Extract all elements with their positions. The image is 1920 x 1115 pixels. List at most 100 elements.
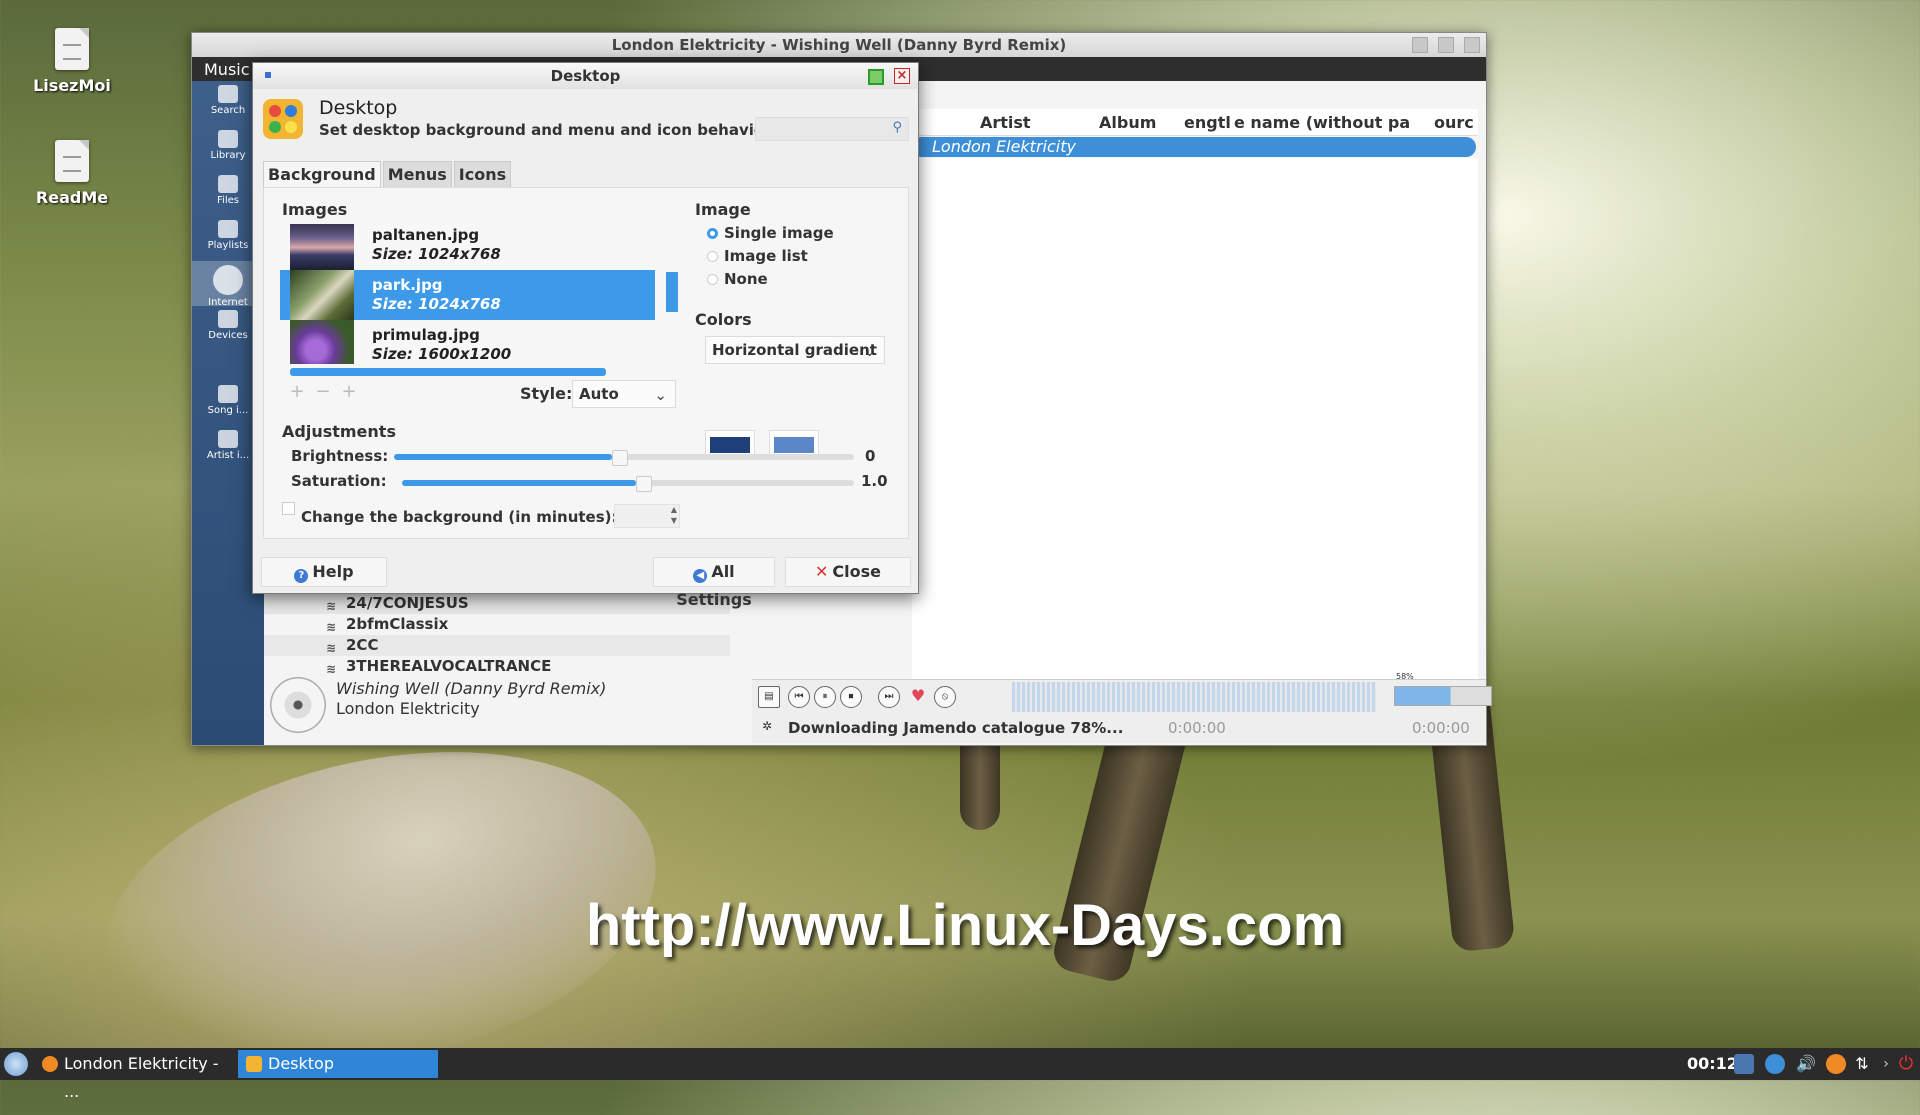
column-album[interactable]: Album [1099,113,1156,132]
station-name: 2bfmClassix [346,615,449,633]
spectrum-analyzer[interactable] [1012,682,1376,712]
dialog-titlebar[interactable]: Desktop × [253,63,918,89]
brightness-slider[interactable] [394,450,854,466]
list-item[interactable]: ≋ 2bfmClassix [264,614,730,635]
radio-indicator [707,274,718,285]
color2-swatch [774,437,814,453]
desktop-icon-readme[interactable]: ReadMe [27,140,117,207]
scrollbar-thumb[interactable] [666,272,678,312]
help-button[interactable]: ? Help [261,557,387,587]
sidebar-item-label: Internet [208,297,248,308]
list-item[interactable]: ≋ 24/7CONJESUS [264,593,730,614]
menu-music[interactable]: Music [204,60,250,79]
close-dialog-button[interactable]: ✕ Close [785,557,911,587]
add-image-button[interactable]: + [286,382,308,404]
style-label: Style: [520,384,573,403]
volume-tray-icon[interactable]: 🔊 [1796,1054,1816,1074]
stop-button[interactable]: ⏹ [840,686,862,708]
slider-handle[interactable] [612,450,628,466]
spin-up-icon[interactable]: ▲ [671,505,677,514]
change-background-minutes-spinbox[interactable]: ▲ ▼ [614,504,680,528]
power-icon[interactable]: ⏻ [1896,1054,1916,1074]
window-titlebar[interactable]: London Elektricity - Wishing Well (Danny… [192,33,1486,57]
column-filename[interactable]: e name (without pa [1234,113,1410,132]
column-length[interactable]: engtl [1184,113,1231,132]
taskbar: London Elektricity - ... Desktop 00:12 🔊… [0,1048,1920,1101]
status-text: Downloading Jamendo catalogue 78%... [788,719,1124,737]
column-artist[interactable]: Artist [980,113,1031,132]
sidebar-item-label: Artist i... [206,450,250,461]
pause-button[interactable]: ⏸ [814,686,836,708]
list-item[interactable]: ≋ 2CC [264,635,730,656]
image-thumbnail [290,320,354,364]
image-size: Size: 1024x768 [372,295,501,313]
playlist-row-artist: London Elektricity [932,137,1076,156]
back-arrow-icon: ◀ [693,569,708,583]
start-menu-icon[interactable] [4,1052,28,1076]
task-music-player[interactable]: London Elektricity - ... [34,1050,234,1101]
radio-image-list[interactable]: Image list [707,247,808,265]
image-name: park.jpg [372,276,443,294]
chevron-right-icon[interactable]: › [1876,1054,1896,1074]
image-list-horizontal-scrollbar[interactable] [280,366,678,376]
sidebar-item-label: Playlists [207,240,249,251]
volume-slider[interactable] [1394,686,1492,706]
devices-icon [218,310,238,328]
clock[interactable]: 00:12 [1687,1054,1738,1073]
minimize-button[interactable] [1412,37,1428,53]
radio-none[interactable]: None [707,270,768,288]
slider-fill [402,480,636,486]
image-name: paltanen.jpg [372,226,480,244]
maximize-button[interactable] [868,69,884,85]
previous-button[interactable]: ⏮ [788,686,810,708]
now-playing-artist: London Elektricity [336,699,480,718]
image-list-vertical-scrollbar[interactable] [666,224,678,360]
tab-background[interactable]: Background [263,161,381,188]
style-select[interactable]: Auto ⌄ [572,380,676,408]
next-button[interactable]: ⏭ [878,686,900,708]
window-menu-icon[interactable] [265,72,271,78]
saturation-slider[interactable] [402,476,854,492]
radio-single-image[interactable]: Single image [707,224,834,242]
close-button[interactable]: × [894,68,910,84]
dialog-heading: Desktop [319,97,398,119]
list-item[interactable]: primulag.jpg Size: 1600x1200 [280,320,655,364]
column-source[interactable]: ourc [1434,113,1474,132]
settings-search-input[interactable]: ⚲ [755,117,909,141]
tab-icons[interactable]: Icons [453,161,512,188]
close-icon: ✕ [815,562,829,581]
close-button[interactable] [1464,37,1480,53]
remove-image-button[interactable]: − [312,382,334,404]
slider-handle[interactable] [636,476,652,492]
task-desktop[interactable]: Desktop [238,1050,438,1078]
scrollbar-thumb[interactable] [290,368,606,376]
tab-menus[interactable]: Menus [382,161,452,188]
network-tray-icon[interactable] [1734,1054,1754,1074]
list-item[interactable]: paltanen.jpg Size: 1024x768 [280,224,655,270]
ban-icon[interactable]: ⦸ [934,686,956,708]
list-item[interactable]: park.jpg Size: 1024x768 [280,270,655,320]
playlist-row-current[interactable]: London Elektricity [912,137,1476,157]
add-folder-button[interactable]: + [338,382,360,404]
all-settings-button[interactable]: ◀ All Settings [653,557,775,609]
accessibility-tray-icon[interactable] [1765,1054,1785,1074]
maximize-button[interactable] [1438,37,1454,53]
playlist-area[interactable] [912,158,1478,688]
search-icon: ⚲ [892,120,902,135]
image-size: Size: 1600x1200 [372,345,512,363]
radio-label: Image list [724,247,808,265]
desktop-settings-icon [263,99,303,139]
love-heart-icon[interactable]: ♥ [908,686,928,706]
desktop-settings-icon [246,1056,262,1072]
show-tray-icon[interactable]: ▤ [758,686,780,708]
image-list[interactable]: paltanen.jpg Size: 1024x768 park.jpg Siz… [280,224,665,364]
station-name: 2CC [346,636,379,654]
colors-mode-select[interactable]: Horizontal gradient ⌄ [705,336,885,364]
spin-down-icon[interactable]: ▼ [671,516,677,525]
image-name: primulag.jpg [372,326,480,344]
network-updown-icon[interactable]: ⇅ [1852,1054,1872,1074]
help-button-label: Help [312,562,354,581]
desktop-icon-lisezmoi[interactable]: LisezMoi [27,28,117,95]
change-background-checkbox[interactable] [282,502,295,515]
clementine-tray-icon[interactable] [1826,1054,1846,1074]
